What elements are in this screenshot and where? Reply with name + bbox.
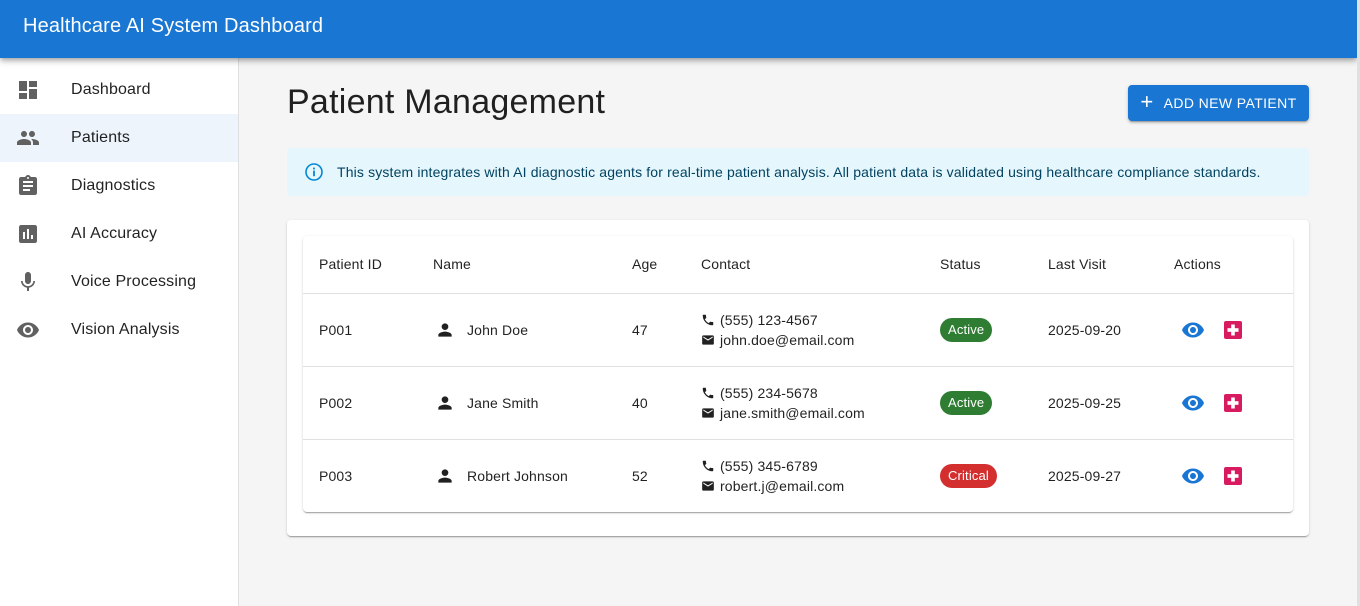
medical-record-button[interactable]: [1221, 318, 1245, 342]
patient-age: 47: [616, 293, 685, 367]
phone-icon: [701, 459, 715, 473]
patient-last-visit: 2025-09-27: [1048, 467, 1122, 484]
patient-status-cell: Active: [924, 293, 1032, 367]
patient-contact-cell: (555) 234-5678 jane.smith@email.com: [685, 366, 924, 440]
patients-table: Patient ID Name Age Contact Status Last …: [303, 236, 1293, 512]
patient-status-cell: Active: [924, 366, 1032, 440]
status-badge: Active: [940, 390, 993, 415]
patient-contact-cell: (555) 123-4567 john.doe@email.com: [685, 293, 924, 367]
patient-status-cell: Critical: [924, 439, 1032, 512]
people-icon: [16, 126, 40, 150]
sidebar-item-ai-accuracy[interactable]: AI Accuracy: [0, 210, 238, 258]
patient-age: 40: [616, 366, 685, 440]
view-patient-button[interactable]: [1181, 464, 1205, 488]
eye-icon: [16, 318, 40, 342]
sidebar-item-voice-processing[interactable]: Voice Processing: [0, 258, 238, 306]
sidebar-item-label: Voice Processing: [71, 273, 197, 290]
sidebar-item-label: Vision Analysis: [71, 321, 180, 338]
table-row[interactable]: P002 Jane Smith 40 (555) 234-5678 jane.s…: [303, 366, 1293, 440]
bar-chart-icon: [16, 222, 40, 246]
view-patient-button[interactable]: [1181, 318, 1205, 342]
sidebar-item-patients[interactable]: Patients: [0, 114, 238, 162]
phone-icon: [701, 386, 715, 400]
column-header-name: Name: [417, 236, 616, 294]
plus-icon: +: [1140, 89, 1154, 114]
patient-contact-cell: (555) 345-6789 robert.j@email.com: [685, 439, 924, 512]
info-alert-text: This system integrates with AI diagnosti…: [337, 164, 1261, 180]
patient-id: P002: [303, 366, 417, 440]
app-bar: Healthcare AI System Dashboard: [0, 0, 1357, 58]
patient-age: 52: [632, 467, 648, 484]
app-title: Healthcare AI System Dashboard: [23, 15, 324, 37]
add-new-patient-button[interactable]: + Add New Patient: [1128, 85, 1309, 121]
column-header-patient-id: Patient ID: [303, 236, 417, 294]
sidebar-item-label: Dashboard: [71, 81, 151, 98]
patient-actions-cell: [1158, 439, 1293, 512]
sidebar-item-dashboard[interactable]: Dashboard: [0, 66, 238, 114]
medical-cross-icon: [1224, 393, 1242, 412]
email-icon: [701, 406, 715, 420]
patient-name: Robert Johnson: [467, 467, 568, 484]
microphone-icon: [16, 270, 40, 294]
column-header-contact: Contact: [685, 236, 924, 294]
sidebar-item-vision-analysis[interactable]: Vision Analysis: [0, 306, 238, 354]
eye-icon: [1182, 322, 1204, 337]
patient-last-visit: 2025-09-25: [1032, 366, 1158, 440]
table-row[interactable]: P003 Robert Johnson 52 (555) 345-6789 ro…: [303, 439, 1293, 512]
patient-last-visit: 2025-09-20: [1032, 293, 1158, 367]
view-patient-button[interactable]: [1181, 391, 1205, 415]
clipboard-icon: [16, 174, 40, 198]
patient-name: John Doe: [467, 321, 529, 338]
patient-phone: (555) 345-6789: [720, 457, 818, 474]
patient-name-cell: Jane Smith: [417, 366, 616, 440]
table-header-row: Patient ID Name Age Contact Status Last …: [303, 236, 1293, 294]
sidebar-item-label: AI Accuracy: [71, 225, 158, 242]
info-alert: This system integrates with AI diagnosti…: [287, 148, 1309, 196]
medical-cross-icon: [1224, 466, 1242, 485]
patients-card: Patient ID Name Age Contact Status Last …: [287, 220, 1309, 536]
person-icon: [435, 393, 455, 413]
patient-id: P001: [303, 293, 417, 367]
email-icon: [701, 333, 715, 347]
patient-phone: (555) 234-5678: [720, 384, 818, 401]
person-icon: [435, 320, 455, 340]
patient-email: robert.j@email.com: [720, 477, 845, 494]
column-header-last-visit: Last Visit: [1032, 236, 1158, 294]
status-badge: Critical: [940, 463, 997, 488]
patient-name-cell: John Doe: [417, 293, 616, 367]
patient-phone: (555) 123-4567: [720, 311, 818, 328]
status-badge: Active: [940, 317, 993, 342]
column-header-status: Status: [924, 236, 1032, 294]
column-header-actions: Actions: [1158, 236, 1293, 294]
sidebar-item-diagnostics[interactable]: Diagnostics: [0, 162, 238, 210]
patient-name: Jane Smith: [467, 394, 539, 411]
patient-email: jane.smith@email.com: [720, 404, 865, 421]
column-header-age: Age: [616, 236, 685, 294]
patient-actions-cell: [1158, 366, 1293, 440]
medical-cross-icon: [1224, 320, 1242, 339]
sidebar-item-label: Diagnostics: [71, 177, 156, 194]
person-icon: [435, 466, 455, 486]
page-title: Patient Management: [287, 83, 606, 121]
medical-record-button[interactable]: [1221, 391, 1245, 415]
dashboard-icon: [16, 78, 40, 102]
eye-icon: [1182, 468, 1204, 484]
info-icon: [303, 161, 325, 183]
main-content: Patient Management + Add New Patient Thi…: [239, 58, 1357, 606]
phone-icon: [701, 313, 715, 327]
email-icon: [701, 479, 715, 493]
patient-id: P003: [319, 467, 353, 484]
patient-email: john.doe@email.com: [720, 331, 855, 348]
eye-icon: [1182, 395, 1204, 410]
table-row[interactable]: P001 John Doe 47 (555) 123-4567 john.doe…: [303, 293, 1293, 367]
sidebar: Dashboard Patients Diagnostics AI Accura…: [0, 58, 239, 606]
medical-record-button[interactable]: [1221, 464, 1245, 488]
patients-table-container: Patient ID Name Age Contact Status Last …: [303, 236, 1293, 512]
sidebar-item-label: Patients: [71, 129, 131, 146]
add-new-patient-label: Add New Patient: [1163, 95, 1297, 111]
patient-name-cell: Robert Johnson: [417, 439, 616, 512]
patient-actions-cell: [1158, 293, 1293, 367]
